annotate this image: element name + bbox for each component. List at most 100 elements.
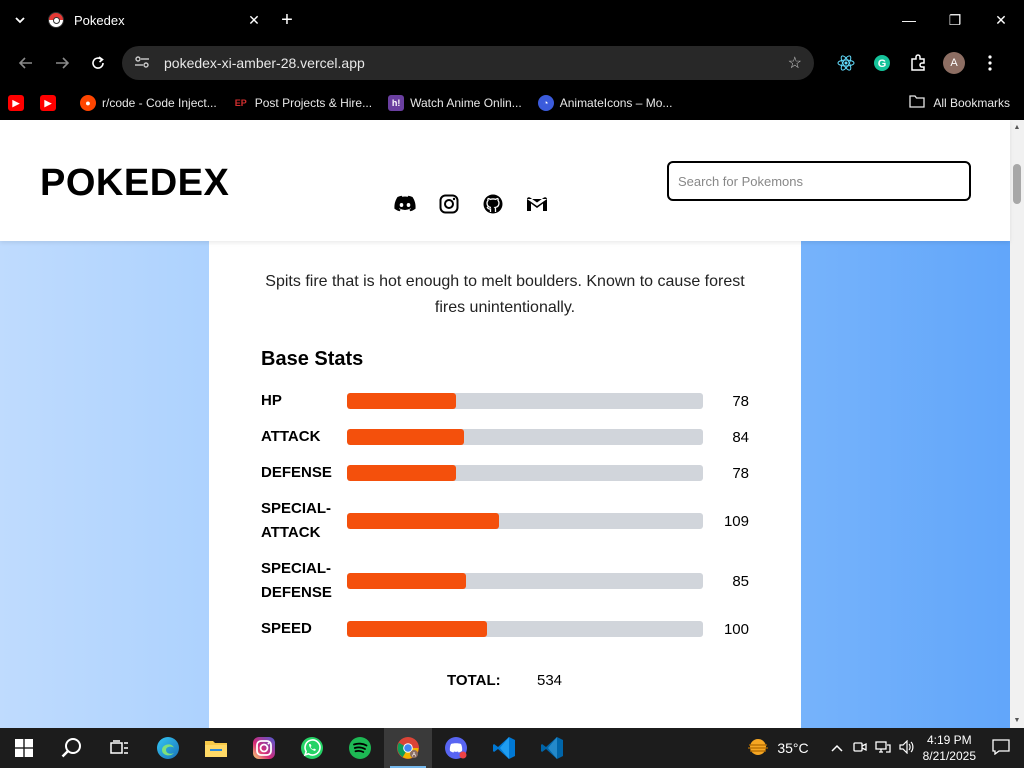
hianime-icon: h! [388, 95, 405, 111]
stat-value: 109 [723, 512, 749, 530]
back-arrow-icon[interactable] [8, 45, 44, 81]
stat-value: 84 [732, 428, 749, 446]
forward-arrow-icon[interactable] [44, 45, 80, 81]
whatsapp-icon[interactable] [288, 728, 336, 768]
stat-value: 85 [732, 572, 749, 590]
weather-icon[interactable] [747, 738, 769, 759]
discord-icon[interactable] [394, 193, 416, 215]
all-bookmarks-button[interactable]: All Bookmarks [909, 95, 1010, 111]
youtube-icon: ▶ [8, 95, 24, 111]
stat-name: ATTACK [261, 428, 321, 445]
clock[interactable]: 4:19 PM 8/21/2025 [923, 732, 976, 764]
stat-name: SPECIAL- DEFENSE [261, 560, 332, 601]
network-icon[interactable] [874, 740, 891, 757]
new-tab-plus-icon[interactable]: + [272, 9, 302, 32]
reddit-icon: ● [80, 95, 96, 111]
address-bar[interactable]: pokedex-xi-amber-28.vercel.app ☆ [122, 46, 814, 80]
bookmark-item[interactable]: EP Post Projects & Hire... [233, 95, 372, 111]
page-scrollbar[interactable]: ▲ ▼ [1010, 120, 1024, 728]
browser-toolbar: pokedex-xi-amber-28.vercel.app ☆ G A [0, 40, 1024, 86]
url-text: pokedex-xi-amber-28.vercel.app [164, 55, 365, 71]
stat-row: ATTACK 84 [261, 425, 749, 449]
stat-value: 100 [723, 620, 749, 638]
stat-bar-fill [347, 393, 457, 409]
ep-icon: EP [234, 98, 247, 108]
all-bookmarks-label: All Bookmarks [933, 96, 1010, 110]
restore-icon[interactable]: ❐ [932, 0, 978, 40]
scrollbar-thumb[interactable] [1013, 164, 1021, 204]
pokemon-search-input[interactable] [667, 161, 971, 201]
task-view-icon[interactable] [96, 728, 144, 768]
vscode-alt-icon[interactable] [528, 728, 576, 768]
react-devtools-icon[interactable] [828, 45, 864, 81]
extensions-puzzle-icon[interactable] [900, 45, 936, 81]
tab-search-chevron-icon[interactable] [0, 0, 40, 40]
total-label: TOTAL: [447, 672, 501, 689]
reload-icon[interactable] [80, 45, 116, 81]
stat-bar-track [347, 621, 703, 637]
stat-row: SPEED 100 [261, 617, 749, 641]
close-tab-icon[interactable]: ✕ [244, 12, 264, 29]
stat-name: HP [261, 392, 282, 409]
bookmark-item[interactable]: h! Watch Anime Onlin... [388, 95, 522, 111]
github-icon[interactable] [482, 193, 504, 215]
stat-row: SPECIAL- ATTACK 109 [261, 497, 749, 545]
youtube-icon: ▶ [40, 95, 56, 111]
windows-taskbar: A 35°C 4:19 PM 8/21/2025 [0, 728, 1024, 768]
stat-bar-fill [347, 513, 499, 529]
scroll-down-icon[interactable]: ▼ [1010, 717, 1024, 724]
svg-text:A: A [412, 753, 416, 759]
bookmark-label: Watch Anime Onlin... [410, 96, 522, 110]
instagram-icon[interactable] [438, 193, 460, 215]
notification-center-icon[interactable] [992, 738, 1010, 758]
bookmark-label: AnimateIcons – Mo... [559, 96, 673, 110]
stat-bar-fill [347, 465, 457, 481]
pokemon-description: Spits fire that is hot enough to melt bo… [265, 273, 745, 316]
discord-app-icon[interactable] [432, 728, 480, 768]
instagram-app-icon[interactable] [240, 728, 288, 768]
profile-avatar[interactable]: A [936, 45, 972, 81]
browser-menu-icon[interactable] [972, 45, 1008, 81]
stat-bar-track [347, 429, 703, 445]
meet-now-icon[interactable] [852, 740, 867, 757]
stat-bar-fill [347, 429, 465, 445]
stat-bar-fill [347, 621, 487, 637]
volume-icon[interactable] [899, 739, 915, 757]
vscode-icon[interactable] [480, 728, 528, 768]
bookmark-item[interactable]: ▶ [8, 95, 30, 111]
site-info-icon[interactable] [134, 55, 154, 72]
browser-tab[interactable]: Pokedex ✕ [40, 0, 272, 40]
tab-strip: Pokedex ✕ + — ❐ ✕ [0, 0, 1024, 40]
stat-value: 78 [732, 392, 749, 410]
edge-browser-icon[interactable] [144, 728, 192, 768]
pokemon-detail-card: Spits fire that is hot enough to melt bo… [209, 241, 801, 728]
windows-start-icon[interactable] [0, 728, 48, 768]
bookmark-star-icon[interactable]: ☆ [788, 53, 802, 73]
stat-bar-track [347, 573, 703, 589]
stat-row: HP 78 [261, 389, 749, 413]
folder-icon [909, 95, 925, 111]
site-header: POKEDEX [0, 120, 1010, 241]
minimize-icon[interactable]: — [886, 0, 932, 40]
close-window-icon[interactable]: ✕ [978, 0, 1024, 40]
bookmark-item[interactable]: ◔ AnimateIcons – Mo... [537, 95, 673, 111]
page-viewport: POKEDEX Spits fire that is hot enough to… [0, 120, 1024, 728]
stat-row: DEFENSE 78 [261, 461, 749, 485]
stat-name: SPEED [261, 620, 312, 637]
weather-temp[interactable]: 35°C [777, 740, 808, 756]
stat-bar-fill [347, 573, 466, 589]
show-hidden-icons-chevron-icon[interactable] [831, 741, 843, 755]
site-logo[interactable]: POKEDEX [40, 162, 229, 205]
bookmark-item[interactable]: ▶ [40, 95, 62, 111]
stat-value: 78 [732, 464, 749, 482]
svg-text:G: G [878, 58, 887, 70]
grammarly-icon[interactable]: G [864, 45, 900, 81]
chrome-icon[interactable]: A [384, 728, 432, 768]
scroll-up-icon[interactable]: ▲ [1010, 124, 1024, 131]
file-explorer-icon[interactable] [192, 728, 240, 768]
spotify-icon[interactable] [336, 728, 384, 768]
search-icon[interactable] [48, 728, 96, 768]
gmail-icon[interactable] [526, 193, 548, 215]
bookmark-item[interactable]: ● r/code - Code Inject... [80, 95, 217, 111]
tab-title: Pokedex [74, 12, 125, 28]
